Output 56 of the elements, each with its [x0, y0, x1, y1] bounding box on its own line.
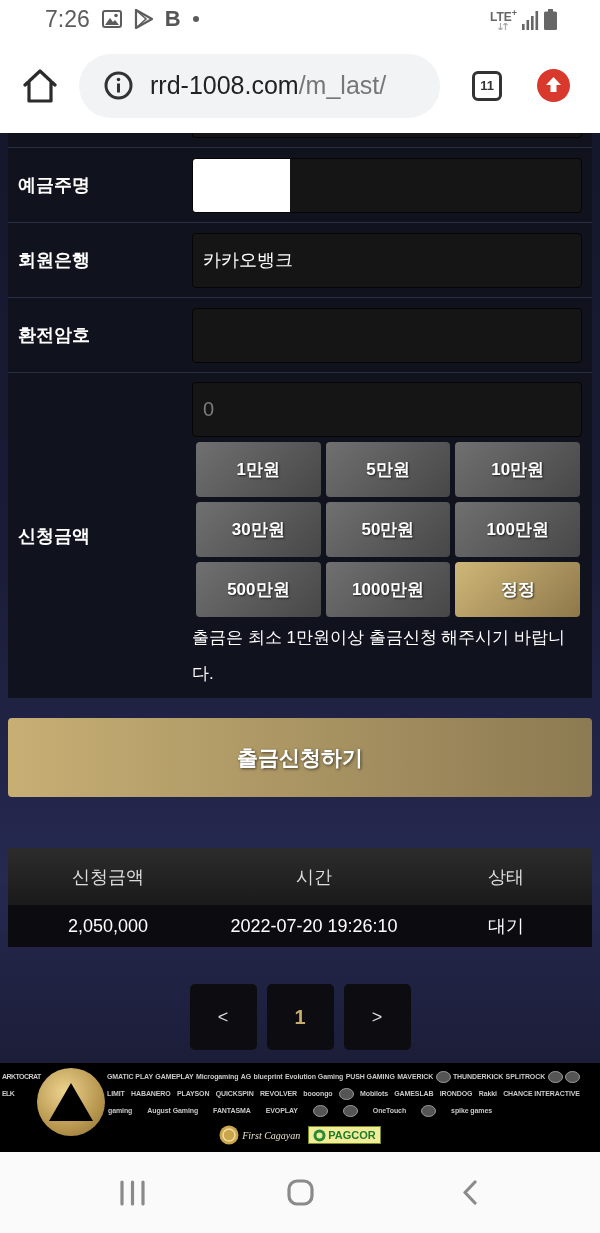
column-header: 신청금액	[72, 865, 144, 889]
page-button[interactable]: <	[189, 984, 257, 1050]
table-cell: 2022-07-20 19:26:10	[230, 915, 398, 937]
input-field[interactable]: 카카오뱅크	[192, 232, 582, 288]
address-bar[interactable]: rrd-1008.com/m_last/	[79, 53, 440, 118]
column-header: 시간	[296, 865, 332, 889]
page-button[interactable]: >	[343, 984, 411, 1050]
field-label: 회원은행	[18, 250, 90, 270]
tab-count-button[interactable]: 11	[472, 70, 502, 101]
input-field[interactable]	[192, 133, 582, 138]
input-field[interactable]	[192, 307, 582, 363]
amount-button[interactable]: 100만원	[455, 502, 580, 557]
amount-button[interactable]: 50만원	[325, 502, 451, 557]
back-icon[interactable]	[463, 1180, 477, 1205]
home-icon[interactable]	[22, 68, 58, 103]
field-label: 환전암호	[18, 325, 90, 345]
url-text: rrd-1008.com/m_last/	[150, 71, 387, 100]
network-type: LTE$^{+}$	[489, 8, 517, 23]
data-arrows-icon	[498, 22, 509, 30]
gallery-icon	[101, 10, 122, 28]
license-logo-text: First Cagayan	[242, 1129, 301, 1141]
clock-time: 7:26	[45, 7, 90, 31]
input-field[interactable]	[192, 157, 582, 213]
table-cell: 2,050,000	[67, 915, 149, 937]
coin-icon	[219, 1125, 240, 1145]
dot-icon	[192, 16, 199, 22]
notification-letter: B	[164, 8, 181, 30]
amount-button[interactable]: 1000만원	[325, 562, 451, 617]
amount-button[interactable]: 30만원	[196, 502, 321, 557]
column-header: 상태	[488, 865, 524, 889]
page-button[interactable]: 1	[266, 984, 334, 1050]
logo-emblem-icon	[338, 1087, 354, 1100]
logo-emblem-icon	[342, 1104, 358, 1117]
field-label: 예금주명	[18, 175, 90, 195]
logo-emblem-icon	[547, 1070, 563, 1083]
amount-button[interactable]: 5만원	[325, 442, 451, 497]
home-button-icon[interactable]	[287, 1179, 314, 1206]
logo-emblem-icon	[312, 1104, 328, 1117]
recent-apps-icon[interactable]	[120, 1179, 145, 1206]
table-cell-text: 대기	[488, 915, 524, 938]
upload-icon[interactable]	[537, 69, 570, 102]
notice-text: 출금은 최소 1만원이상 출금신청 해주시기 바랍니다.	[192, 627, 567, 685]
triangle-icon	[49, 1083, 93, 1121]
info-icon[interactable]	[104, 71, 133, 100]
amount-button[interactable]: 500만원	[196, 562, 321, 617]
signal-icon	[522, 10, 539, 30]
amount-input[interactable]: 0	[192, 382, 582, 437]
logo-emblem-icon	[564, 1070, 580, 1083]
logo-emblem-icon	[421, 1104, 437, 1117]
amount-button[interactable]: 10만원	[455, 442, 580, 497]
field-label: 신청금액	[18, 525, 90, 546]
amount-button[interactable]: 1만원	[196, 442, 321, 497]
battery-icon	[544, 8, 557, 30]
license-badge-text: PAGCOR	[328, 1129, 376, 1141]
logo-emblem-icon	[435, 1070, 451, 1083]
play-icon	[133, 9, 153, 29]
